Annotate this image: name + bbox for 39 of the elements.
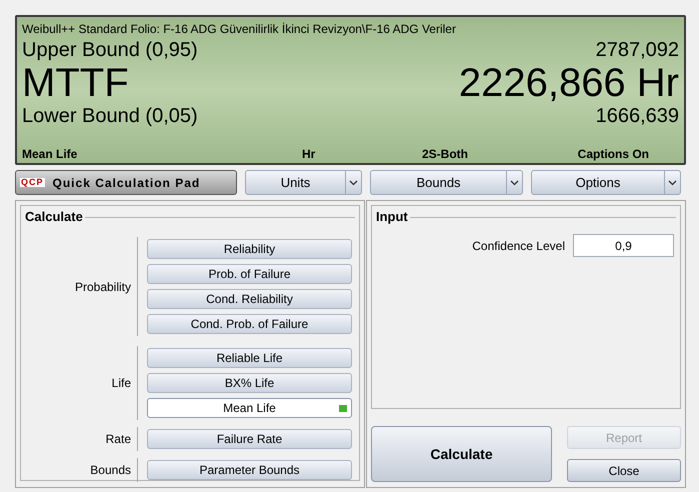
category-label: Life bbox=[110, 375, 132, 392]
category-label: Rate bbox=[104, 431, 132, 448]
bound-label: Upper Bound (0,95) bbox=[22, 38, 198, 62]
calculation-button[interactable]: BX% Life bbox=[147, 373, 352, 393]
bound-value: 2787,092 bbox=[596, 38, 679, 62]
calculation-button[interactable]: Cond. Reliability bbox=[147, 289, 352, 309]
category-label: Probability bbox=[74, 278, 132, 296]
status-text: Mean Life bbox=[22, 146, 78, 162]
status-text: Captions On bbox=[577, 146, 650, 162]
calculator-icon: QCP bbox=[20, 178, 45, 187]
calculation-button[interactable]: Cond. Prob. of Failure bbox=[147, 314, 352, 334]
status-text: Hr bbox=[302, 146, 316, 162]
selected-indicator-icon bbox=[339, 405, 347, 412]
calculate-button[interactable]: Calculate bbox=[371, 426, 552, 482]
result-label: MTTF bbox=[22, 62, 129, 104]
group-title: Calculate bbox=[25, 208, 83, 226]
calculation-button[interactable]: Mean Life bbox=[147, 398, 352, 418]
field-label: Confidence Level bbox=[472, 238, 565, 254]
calculation-button[interactable]: Failure Rate bbox=[147, 429, 352, 449]
result-value: 2226,866 Hr bbox=[458, 62, 679, 104]
category-label: Bounds bbox=[89, 462, 132, 479]
bound-label: Lower Bound (0,05) bbox=[22, 104, 198, 128]
quick-calculation-pad-button[interactable]: QCP Quick Calculation Pad bbox=[15, 170, 237, 195]
calculation-button[interactable]: Reliable Life bbox=[147, 348, 352, 368]
group-title: Input bbox=[376, 208, 408, 226]
calculation-button[interactable]: Prob. of Failure bbox=[147, 264, 352, 284]
input-field[interactable]: 0,9 bbox=[573, 234, 674, 257]
folio-path: Weibull++ Standard Folio: F-16 ADG Güvenilirlik İkinci Revizyon\F-16 ADG Veriler bbox=[22, 21, 457, 38]
status-text: 2S-Both bbox=[422, 146, 469, 162]
calculation-button[interactable]: Parameter Bounds bbox=[147, 460, 352, 480]
dropdown[interactable]: Units bbox=[245, 170, 362, 195]
bound-value: 1666,639 bbox=[596, 104, 679, 128]
caret-icon bbox=[668, 180, 677, 186]
action-button[interactable]: Close bbox=[567, 459, 681, 482]
caret-icon bbox=[510, 180, 519, 186]
dropdown[interactable]: Bounds bbox=[370, 170, 523, 195]
dropdown[interactable]: Options bbox=[531, 170, 681, 195]
caret-icon bbox=[349, 180, 358, 186]
calculation-button[interactable]: Reliability bbox=[147, 239, 352, 259]
